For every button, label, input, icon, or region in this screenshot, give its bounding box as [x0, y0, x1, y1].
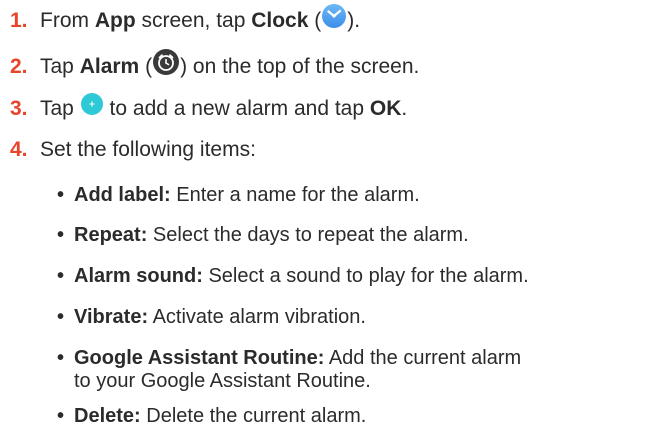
item-description: Select a sound to play for the alarm.	[202, 265, 529, 287]
bullet-marker: •	[57, 224, 65, 246]
list-item-delete: • Delete: Delete the current alarm.	[57, 404, 366, 429]
alarm-tab-icon	[152, 48, 180, 83]
item-term: Alarm sound:	[74, 265, 203, 287]
item-term: Google Assistant Routine:	[74, 347, 325, 369]
alarm-label: Alarm	[79, 55, 140, 79]
list-item-continuation: to your Google Assistant Routine.	[74, 370, 371, 392]
item-description: Delete the current alarm.	[140, 405, 367, 427]
bullet-marker: •	[57, 405, 65, 427]
clock-label: Clock	[251, 9, 309, 33]
ok-label: OK	[369, 97, 402, 121]
item-description: Add the current alarm	[324, 347, 522, 369]
instruction-document: 1. From App screen, tap Clock (). 2. Tap A…	[0, 0, 659, 433]
step-3: 3. Tap to add a new alarm and tap OK.	[10, 92, 407, 125]
list-item-google-assistant-routine: • Google Assistant Routine: Add the curre…	[57, 346, 521, 371]
step-number: 4.	[10, 138, 28, 161]
bullet-marker: •	[57, 184, 65, 206]
list-item-vibrate: • Vibrate: Activate alarm vibration.	[57, 305, 366, 330]
step-4: 4. Set the following items:	[10, 138, 256, 161]
item-term: Delete:	[74, 405, 141, 427]
add-alarm-button-icon	[80, 92, 104, 123]
clock-app-icon	[321, 3, 347, 36]
list-item-repeat: • Repeat: Select the days to repeat the a…	[57, 223, 469, 248]
step-number: 2.	[10, 55, 28, 79]
step-2: 2. Tap Alarm () on the top of the screen.	[10, 48, 419, 85]
step-number: 3.	[10, 97, 28, 121]
app-label: App	[94, 9, 136, 33]
item-description: Enter a name for the alarm.	[170, 184, 420, 206]
item-description: Select the days to repeat the alarm.	[147, 224, 469, 246]
list-item-alarm-sound: • Alarm sound: Select a sound to play for…	[57, 264, 529, 289]
step-number: 1.	[10, 9, 28, 33]
item-term: Add label:	[74, 184, 171, 206]
item-term: Vibrate:	[74, 306, 149, 328]
bullet-marker: •	[57, 347, 65, 369]
item-term: Repeat:	[74, 224, 148, 246]
bullet-marker: •	[57, 265, 65, 287]
step-1: 1. From App screen, tap Clock ().	[10, 3, 360, 38]
list-item-add-label: • Add label: Enter a name for the alarm.	[57, 183, 420, 208]
item-description: Activate alarm vibration.	[148, 306, 366, 328]
bullet-marker: •	[57, 306, 65, 328]
